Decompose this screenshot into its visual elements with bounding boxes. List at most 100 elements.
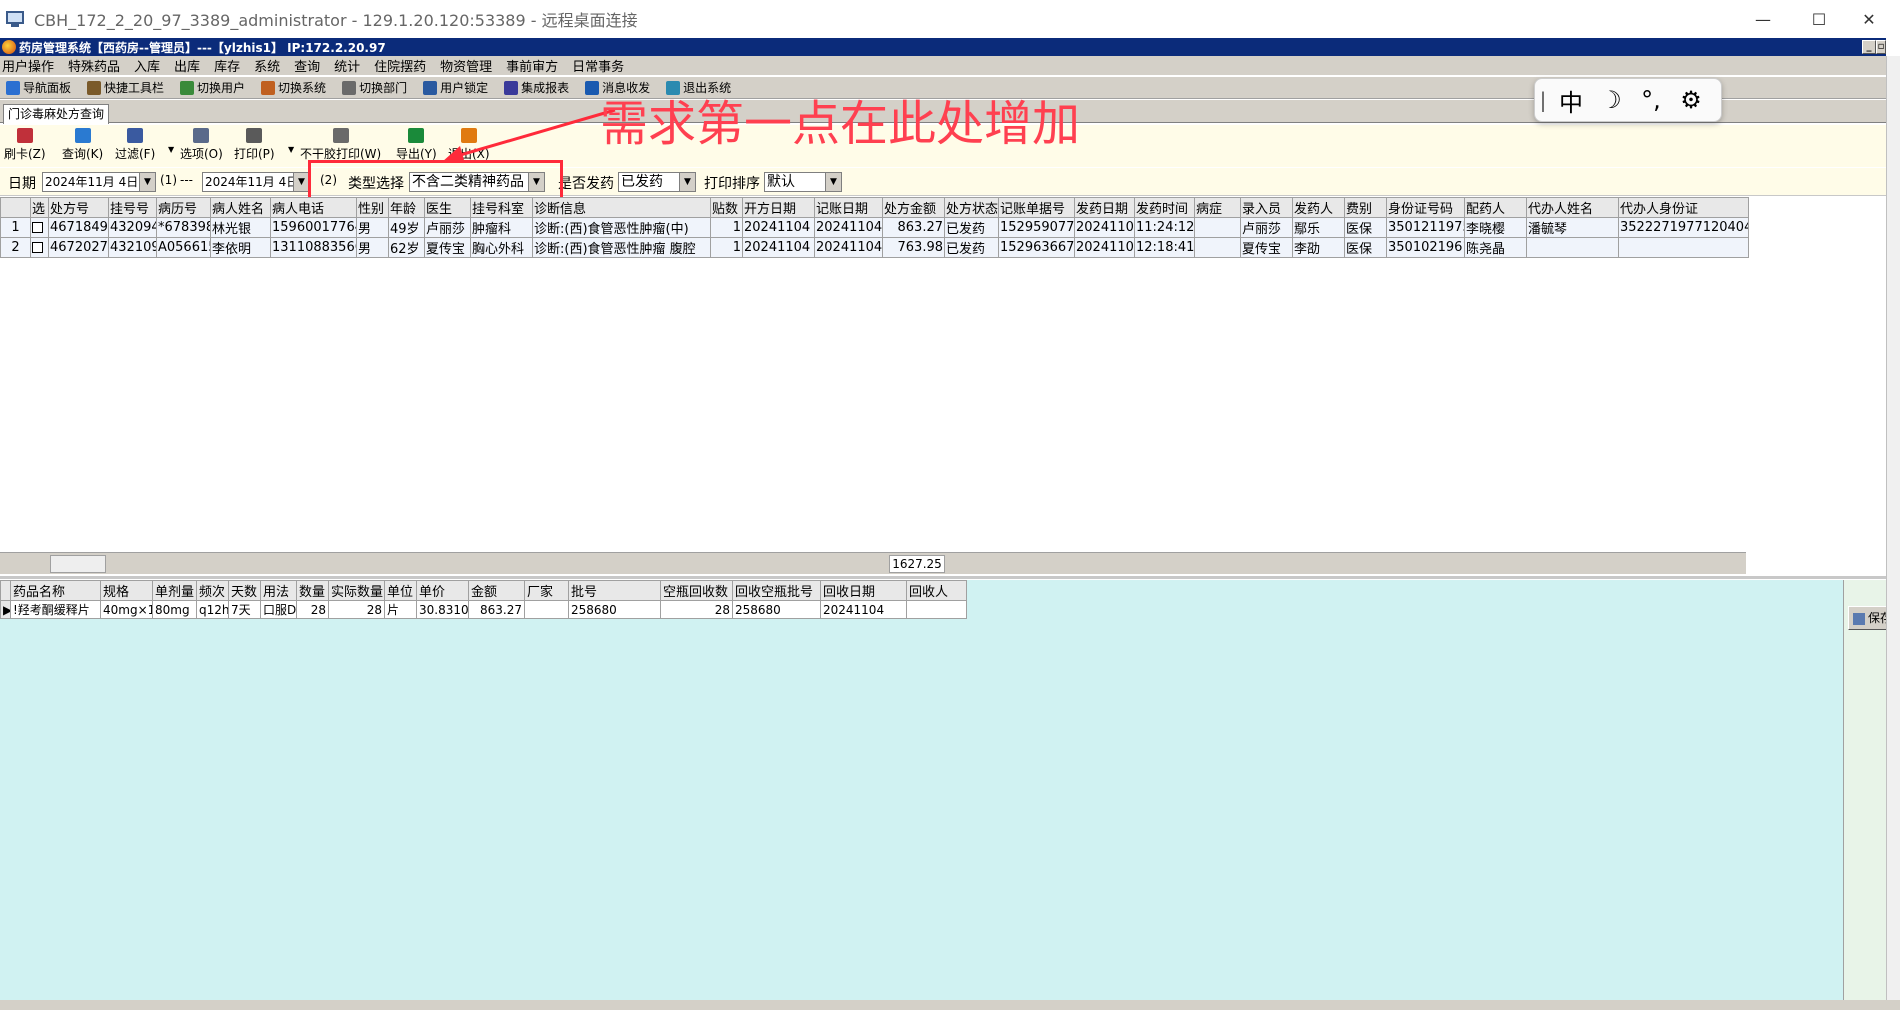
toolbar-item[interactable]: 切换系统 xyxy=(255,79,326,96)
menu-item[interactable]: 特殊药品 xyxy=(66,56,126,75)
column-header[interactable]: 费别 xyxy=(1344,197,1387,218)
menu-item[interactable]: 物资管理 xyxy=(438,56,498,75)
column-header[interactable]: 处方号 xyxy=(48,197,109,218)
column-header[interactable]: 批号 xyxy=(568,580,661,601)
column-header[interactable]: 医生 xyxy=(424,197,471,218)
splitter[interactable] xyxy=(0,576,1900,579)
column-header[interactable]: 实际数量 xyxy=(328,580,385,601)
minimize-button[interactable]: — xyxy=(1740,0,1786,38)
action-button[interactable]: 导出(Y) xyxy=(396,128,437,162)
column-header[interactable] xyxy=(0,580,11,601)
dispensed-select[interactable]: 已发药 ▼ xyxy=(618,172,696,192)
column-header[interactable]: 病人姓名 xyxy=(210,197,271,218)
action-button[interactable]: 过滤(F) xyxy=(115,128,155,162)
column-header[interactable]: 挂号号 xyxy=(108,197,157,218)
column-header[interactable]: 天数 xyxy=(228,580,261,601)
column-header[interactable]: 用法 xyxy=(260,580,297,601)
column-header[interactable]: 性别 xyxy=(356,197,389,218)
print-sort-select[interactable]: 默认 ▼ xyxy=(764,172,842,192)
toolbar-item[interactable]: 快捷工具栏 xyxy=(81,79,164,96)
column-header[interactable]: 金额 xyxy=(468,580,525,601)
action-button[interactable]: 查询(K) xyxy=(62,128,103,162)
ime-moon-icon[interactable]: ☽ xyxy=(1591,86,1631,114)
chevron-down-icon[interactable]: ▼ xyxy=(139,173,155,191)
column-header[interactable]: 录入员 xyxy=(1240,197,1293,218)
column-header[interactable]: 规格 xyxy=(100,580,153,601)
select-cell[interactable] xyxy=(30,237,49,258)
table-row[interactable]: 2 46720279432109A056615李依明13110883566男62岁… xyxy=(0,237,1749,258)
menu-item[interactable]: 用户操作 xyxy=(0,56,60,75)
date-from-picker[interactable]: 2024年11月 4日 ▼ xyxy=(42,172,156,192)
chevron-down-icon[interactable]: ▼ xyxy=(679,173,695,191)
column-header[interactable]: 厂家 xyxy=(524,580,569,601)
dropdown-arrow-icon[interactable]: ▼ xyxy=(168,145,174,154)
column-header[interactable]: 代办人姓名 xyxy=(1526,197,1619,218)
column-header[interactable]: 诊断信息 xyxy=(532,197,711,218)
toolbar-item[interactable]: 切换部门 xyxy=(336,79,407,96)
column-header[interactable]: 频次 xyxy=(196,580,229,601)
vertical-scrollbar[interactable] xyxy=(1886,56,1900,1000)
column-header[interactable]: 开方日期 xyxy=(742,197,815,218)
chevron-down-icon[interactable]: ▼ xyxy=(293,173,309,191)
toolbar-item[interactable]: 集成报表 xyxy=(498,79,569,96)
tab-outpatient-narcotic-query[interactable]: 门诊毒麻处方查询 xyxy=(3,104,110,124)
ime-punct-toggle[interactable]: °, xyxy=(1631,86,1671,114)
table-row[interactable]: 1 46718493432094*678398林光银15960017764男49岁… xyxy=(0,217,1749,238)
action-button[interactable]: 不干胶打印(W) xyxy=(300,128,381,162)
app-minimize-button[interactable]: _ xyxy=(1862,40,1876,54)
menu-item[interactable]: 库存 xyxy=(212,56,246,75)
column-header[interactable]: 单位 xyxy=(384,580,417,601)
column-header[interactable]: 病症 xyxy=(1194,197,1241,218)
column-header[interactable]: 记账单据号 xyxy=(998,197,1075,218)
app-restore-button[interactable]: ▫ xyxy=(1876,40,1886,54)
column-header[interactable]: 单价 xyxy=(416,580,469,601)
menu-item[interactable]: 住院摆药 xyxy=(372,56,432,75)
close-button[interactable]: ✕ xyxy=(1846,0,1892,38)
column-header[interactable]: 贴数 xyxy=(710,197,743,218)
action-button[interactable]: 选项(O) xyxy=(180,128,223,162)
column-header[interactable] xyxy=(0,197,31,218)
action-button[interactable]: 打印(P) xyxy=(234,128,275,162)
ime-settings-icon[interactable]: ⚙ xyxy=(1671,86,1711,114)
column-header[interactable]: 回收空瓶批号 xyxy=(732,580,821,601)
date-to-picker[interactable]: 2024年11月 4日 ▼ xyxy=(202,172,310,192)
column-header[interactable]: 发药时间 xyxy=(1134,197,1195,218)
column-header[interactable]: 配药人 xyxy=(1464,197,1527,218)
column-header[interactable]: 选 xyxy=(30,197,49,218)
scroll-thumb[interactable] xyxy=(50,555,106,573)
column-header[interactable]: 记账日期 xyxy=(814,197,883,218)
menu-item[interactable]: 出库 xyxy=(172,56,206,75)
column-header[interactable]: 病人电话 xyxy=(270,197,357,218)
column-header[interactable]: 发药人 xyxy=(1292,197,1345,218)
column-header[interactable]: 回收人 xyxy=(906,580,967,601)
table-row[interactable]: ▶!羟考酮缓释片40mg×1080mgq12h7天口服D2828片30.8310… xyxy=(0,600,967,619)
column-header[interactable]: 数量 xyxy=(296,580,329,601)
toolbar-item[interactable]: 导航面板 xyxy=(0,79,71,96)
menu-item[interactable]: 统计 xyxy=(332,56,366,75)
select-cell[interactable] xyxy=(30,217,49,238)
maximize-button[interactable]: ☐ xyxy=(1796,0,1842,38)
column-header[interactable]: 药品名称 xyxy=(10,580,101,601)
action-button[interactable]: 刷卡(Z) xyxy=(4,128,46,162)
menu-item[interactable]: 日常事务 xyxy=(570,56,630,75)
toolbar-item[interactable]: 用户锁定 xyxy=(417,79,488,96)
column-header[interactable]: 处方金额 xyxy=(882,197,945,218)
menu-item[interactable]: 查询 xyxy=(292,56,326,75)
column-header[interactable]: 病历号 xyxy=(156,197,211,218)
toolbar-item[interactable]: 切换用户 xyxy=(174,79,245,96)
row-checkbox[interactable] xyxy=(32,242,43,253)
menu-item[interactable]: 系统 xyxy=(252,56,286,75)
horizontal-scrollbar[interactable]: 1627.25 xyxy=(0,552,1746,574)
chevron-down-icon[interactable]: ▼ xyxy=(825,173,841,191)
column-header[interactable]: 单剂量 xyxy=(152,580,197,601)
row-checkbox[interactable] xyxy=(32,222,43,233)
column-header[interactable]: 回收日期 xyxy=(820,580,907,601)
column-header[interactable]: 代办人身份证 xyxy=(1618,197,1749,218)
column-header[interactable]: 处方状态 xyxy=(944,197,999,218)
column-header[interactable]: 身份证号码 xyxy=(1386,197,1465,218)
column-header[interactable]: 年龄 xyxy=(388,197,425,218)
ime-grip-icon[interactable]: | xyxy=(1535,88,1551,112)
menu-item[interactable]: 入库 xyxy=(132,56,166,75)
column-header[interactable]: 发药日期 xyxy=(1074,197,1135,218)
column-header[interactable]: 挂号科室 xyxy=(470,197,533,218)
